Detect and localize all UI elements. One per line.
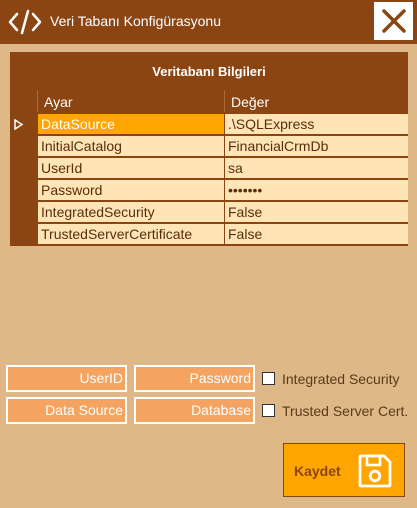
title-bar: Veri Tabanı Konfigürasyonu: [0, 0, 417, 44]
database-input[interactable]: Database: [134, 397, 255, 424]
cell-key[interactable]: Password: [38, 180, 224, 200]
table-row[interactable]: UserId sa: [10, 157, 408, 179]
cell-value[interactable]: False: [225, 202, 408, 222]
table-row[interactable]: TrustedServerCertificate False: [10, 223, 408, 245]
window-title: Veri Tabanı Konfigürasyonu: [50, 13, 221, 29]
save-icon: [358, 454, 392, 488]
row-selector[interactable]: [10, 223, 38, 245]
userid-input[interactable]: UserID: [6, 365, 127, 392]
datasource-input[interactable]: Data Source: [6, 397, 127, 424]
grid-header: Ayar Değer: [10, 90, 408, 112]
cell-key[interactable]: TrustedServerCertificate: [38, 224, 224, 244]
save-button[interactable]: Kaydet: [283, 443, 405, 497]
grid-caption: Veritabanı Bilgileri: [152, 64, 266, 79]
row-selector[interactable]: [10, 135, 38, 157]
row-selector[interactable]: [10, 201, 38, 223]
cell-key[interactable]: IntegratedSecurity: [38, 202, 224, 222]
cell-key[interactable]: InitialCatalog: [38, 136, 224, 156]
password-input[interactable]: Password: [134, 365, 255, 392]
cell-value[interactable]: •••••••: [225, 180, 408, 200]
row-selector[interactable]: [10, 113, 38, 135]
trusted-cert-label[interactable]: Trusted Server Cert.: [282, 403, 408, 419]
cell-value[interactable]: FinancialCrmDb: [225, 136, 408, 156]
cell-key[interactable]: DataSource: [38, 114, 224, 134]
table-row[interactable]: DataSource .\SQLExpress: [10, 113, 408, 135]
table-row[interactable]: IntegratedSecurity False: [10, 201, 408, 223]
cell-value[interactable]: False: [225, 224, 408, 244]
integrated-security-label[interactable]: Integrated Security: [282, 371, 400, 387]
cell-value[interactable]: .\SQLExpress: [225, 114, 408, 134]
column-header-key[interactable]: Ayar: [38, 90, 224, 112]
cell-key[interactable]: UserId: [38, 158, 224, 178]
column-header-value[interactable]: Değer: [225, 90, 408, 112]
settings-grid[interactable]: Veritabanı Bilgileri Ayar Değer DataSour…: [10, 52, 408, 246]
close-icon: [382, 9, 406, 33]
table-row[interactable]: Password •••••••: [10, 179, 408, 201]
close-button[interactable]: [374, 2, 413, 40]
table-row[interactable]: InitialCatalog FinancialCrmDb: [10, 135, 408, 157]
save-button-label: Kaydet: [294, 463, 341, 479]
cell-value[interactable]: sa: [225, 158, 408, 178]
row-selector[interactable]: [10, 179, 38, 201]
trusted-cert-checkbox[interactable]: [262, 404, 275, 417]
integrated-security-checkbox[interactable]: [262, 372, 275, 385]
row-selector[interactable]: [10, 157, 38, 179]
code-icon: [8, 9, 42, 35]
current-row-arrow-icon: [14, 119, 24, 130]
